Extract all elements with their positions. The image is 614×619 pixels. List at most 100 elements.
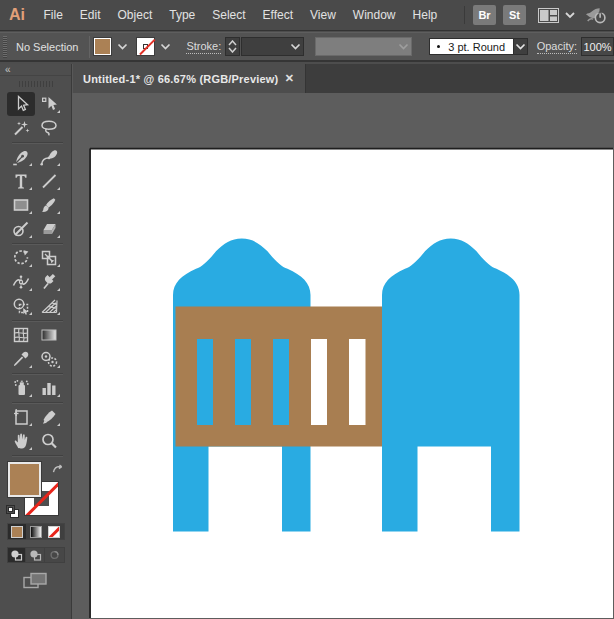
tool-zoom[interactable] (35, 429, 63, 453)
menu-item-file[interactable]: File (35, 0, 71, 30)
tool-column-graph[interactable] (35, 376, 63, 400)
tool-eyedropper[interactable] (7, 347, 35, 371)
stroke-weight-combo[interactable] (241, 37, 304, 56)
tool-width[interactable] (7, 270, 35, 294)
opacity-label[interactable]: Opacity: (537, 40, 577, 54)
gpu-performance-icon[interactable] (585, 6, 607, 25)
app-logo[interactable]: Ai (0, 6, 35, 24)
flyout-indicator (57, 110, 60, 113)
none-button[interactable] (45, 524, 64, 539)
drawing-mode-buttons (7, 547, 65, 563)
tool-lasso[interactable] (35, 116, 63, 140)
tool-paintbrush[interactable] (35, 193, 63, 217)
menu-item-effect[interactable]: Effect (254, 0, 301, 30)
workspace-switcher-button[interactable] (538, 8, 576, 23)
default-fill-stroke-icon[interactable] (5, 504, 21, 519)
screen-mode-button[interactable] (4, 572, 68, 590)
stroke-weight-label[interactable]: Stroke: (186, 40, 221, 54)
menu-item-object[interactable]: Object (109, 0, 161, 30)
tool-scale[interactable] (35, 246, 63, 270)
brush-definition-dropdown[interactable] (514, 38, 528, 55)
stroke-color-dropdown[interactable] (157, 38, 174, 56)
control-bar-grip[interactable] (0, 33, 9, 60)
menu-item-type[interactable]: Type (161, 0, 204, 30)
tool-selection[interactable] (7, 92, 35, 116)
flyout-indicator (57, 264, 60, 267)
draw-behind-button[interactable] (26, 548, 45, 562)
tool-perspective-grid[interactable] (35, 294, 63, 318)
stock-button[interactable]: St (503, 5, 526, 25)
flyout-indicator (57, 394, 60, 397)
paintbrush-icon (39, 195, 59, 215)
stroke-color-swatch[interactable] (137, 38, 154, 55)
color-button[interactable] (8, 524, 27, 539)
swap-fill-stroke-icon[interactable] (51, 464, 65, 477)
tool-direct-selection[interactable] (35, 92, 63, 116)
puppet-warp-icon (39, 272, 59, 292)
draw-normal-button[interactable] (8, 548, 27, 562)
tool-group-divider (12, 243, 63, 244)
tool-curvature[interactable] (35, 145, 63, 169)
fill-proxy-swatch[interactable] (8, 462, 41, 497)
flyout-indicator (57, 235, 60, 238)
bridge-button[interactable]: Br (473, 5, 496, 25)
chevron-down-icon (564, 11, 576, 19)
document-tab[interactable]: Untitled-1* @ 66.67% (RGB/Preview) ✕ (73, 64, 306, 93)
brush-definition-value: 3 pt. Round (448, 41, 505, 53)
menu-item-view[interactable]: View (302, 0, 345, 30)
brush-definition-combo[interactable]: 3 pt. Round (429, 38, 514, 55)
draw-inside-button[interactable] (45, 548, 64, 562)
tab-close-icon[interactable]: ✕ (285, 72, 294, 85)
collapse-panel-button[interactable]: « (5, 64, 10, 75)
tool-shape-builder[interactable] (7, 294, 35, 318)
eyedropper-icon (11, 349, 31, 369)
canvas[interactable] (72, 93, 614, 619)
perspective-grid-icon (39, 296, 59, 316)
variable-width-profile-combo[interactable] (315, 37, 412, 56)
tool-puppet-warp[interactable] (35, 270, 63, 294)
flyout-indicator (29, 264, 32, 267)
tool-magic-wand[interactable] (7, 116, 35, 140)
flyout-indicator (57, 312, 60, 315)
tool-hand[interactable] (7, 429, 35, 453)
menu-item-select[interactable]: Select (204, 0, 254, 30)
menu-item-help[interactable]: Help (404, 0, 446, 30)
tool-gradient[interactable] (35, 323, 63, 347)
tool-rectangle[interactable] (7, 193, 35, 217)
tool-group-divider (12, 402, 63, 403)
tool-line-segment[interactable] (35, 169, 63, 193)
document-tab-title: Untitled-1* @ 66.67% (RGB/Preview) (83, 73, 278, 85)
document-area: Untitled-1* @ 66.67% (RGB/Preview) ✕ (72, 64, 614, 619)
opacity-value[interactable]: 100% (581, 37, 614, 56)
flyout-indicator (29, 394, 32, 397)
tool-type[interactable] (7, 169, 35, 193)
blend-icon (39, 349, 59, 369)
flyout-indicator (29, 447, 32, 450)
gradient-button[interactable] (26, 524, 45, 539)
tool-group-divider (12, 373, 63, 374)
tool-mesh[interactable] (7, 323, 35, 347)
zoom-icon (39, 431, 59, 451)
flyout-indicator (29, 211, 32, 214)
width-icon (11, 272, 31, 292)
column-graph-icon (39, 378, 59, 398)
tool-blend[interactable] (35, 347, 63, 371)
tool-slice[interactable] (35, 405, 63, 429)
menu-bar: Ai FileEditObjectTypeSelectEffectViewWin… (0, 0, 614, 31)
artboard[interactable] (91, 150, 613, 619)
tool-panel-grip[interactable] (0, 76, 71, 92)
divider (89, 36, 90, 58)
menu-item-window[interactable]: Window (344, 0, 404, 30)
tool-eraser[interactable] (35, 217, 63, 241)
tool-rotate[interactable] (7, 246, 35, 270)
tool-pen[interactable] (7, 145, 35, 169)
fill-color-dropdown[interactable] (114, 38, 131, 56)
fill-color-swatch[interactable] (94, 38, 111, 55)
tool-artboard[interactable] (7, 405, 35, 429)
tool-symbol-sprayer[interactable] (7, 376, 35, 400)
tool-shaper[interactable] (7, 217, 35, 241)
menu-bar-right: Br St (462, 0, 614, 30)
stroke-weight-stepper[interactable] (225, 37, 240, 56)
type-icon (11, 171, 31, 191)
menu-item-edit[interactable]: Edit (71, 0, 109, 30)
